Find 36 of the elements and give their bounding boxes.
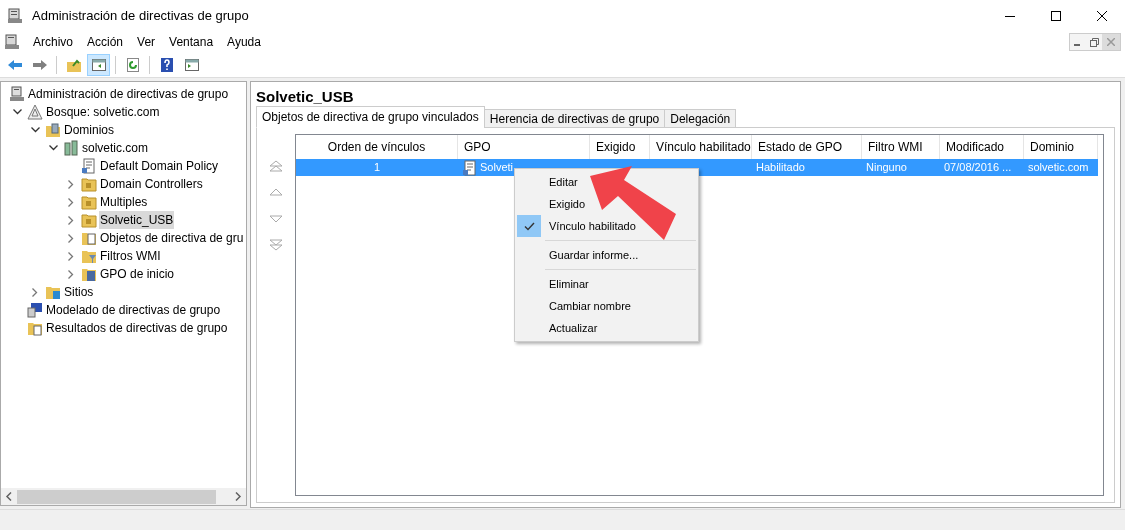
tree-item[interactable]: Modelado de directivas de grupo <box>45 301 222 319</box>
tree-item[interactable]: solvetic.com <box>81 139 150 157</box>
tree-item[interactable]: Sitios <box>63 283 95 301</box>
tree-item[interactable]: Default Domain Policy <box>99 157 220 175</box>
menu-item[interactable]: Eliminar <box>515 273 698 295</box>
menu-item[interactable]: Ventana <box>162 32 221 52</box>
menu-item[interactable]: Guardar informe... <box>515 244 698 266</box>
pane-title: Solvetic_USB <box>255 87 355 106</box>
table-cell-text: solvetic.com <box>1028 160 1089 176</box>
window-title: Administración de directivas de grupo <box>32 7 249 26</box>
tree-item[interactable]: Filtros WMI <box>99 247 162 265</box>
tree-item[interactable]: Bosque: solvetic.com <box>45 103 161 121</box>
tab[interactable]: Herencia de directivas de grupo <box>483 109 666 128</box>
menu-item[interactable]: Cambiar nombre <box>515 295 698 317</box>
tree-item[interactable]: Domain Controllers <box>99 175 204 193</box>
tree-item[interactable]: Objetos de directiva de gru <box>99 229 245 247</box>
tree-item[interactable]: GPO de inicio <box>99 265 176 283</box>
tree-item[interactable]: Solvetic_USB <box>99 211 175 229</box>
menu-item[interactable]: Ayuda <box>220 32 268 52</box>
menu-item[interactable]: Actualizar <box>515 317 698 339</box>
table-cell-text: 1 <box>373 160 381 176</box>
table-cell-text: 07/08/2016 ... <box>944 160 1012 176</box>
table-cell-text: Solveti <box>480 160 514 176</box>
tree-item[interactable]: Dominios <box>63 121 115 139</box>
menu-item[interactable]: Ver <box>130 32 163 52</box>
menu-item[interactable]: Vínculo habilitado <box>515 215 698 237</box>
tab[interactable]: Delegación <box>664 109 737 128</box>
tab[interactable]: Objetos de directiva de grupo vinculados <box>256 106 485 128</box>
menu-item[interactable]: Archivo <box>26 32 80 52</box>
tree-item[interactable]: Resultados de directivas de grupo <box>45 319 229 337</box>
table-cell-text: Habilitado <box>756 160 805 176</box>
menu-item[interactable]: Acción <box>80 32 131 52</box>
table-cell-text: Ninguno <box>866 160 907 176</box>
tree-item[interactable]: Multiples <box>99 193 149 211</box>
menu-item[interactable]: Exigido <box>515 193 698 215</box>
tree-item[interactable]: Administración de directivas de grupo <box>27 85 230 103</box>
